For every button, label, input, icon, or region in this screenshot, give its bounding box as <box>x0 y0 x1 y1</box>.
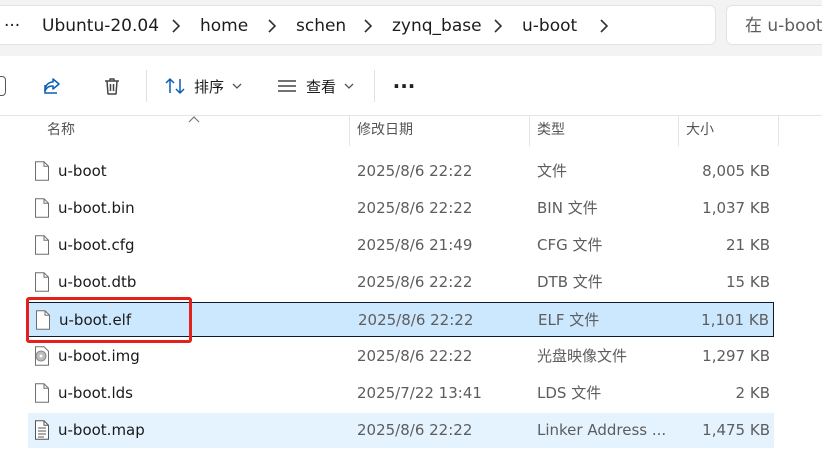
chevron-right-icon[interactable] <box>266 18 278 34</box>
file-size: 1,037 KB <box>702 199 770 217</box>
column-header-size[interactable]: 大小 <box>686 116 714 146</box>
file-date: 2025/7/22 13:41 <box>357 384 482 402</box>
file-type: DTB 文件 <box>537 273 603 291</box>
chevron-down-icon <box>232 83 242 89</box>
view-label: 查看 <box>305 77 336 96</box>
breadcrumb-zynq-base[interactable]: zynq_base <box>392 6 482 46</box>
file-name: u-boot.cfg <box>58 236 135 254</box>
file-size: 21 KB <box>726 236 770 254</box>
sort-button[interactable]: 排序 <box>158 64 248 108</box>
search-box[interactable]: 在 u-boot <box>726 5 822 45</box>
cut-icon[interactable] <box>0 76 6 96</box>
file-icon <box>35 198 49 218</box>
file-size: 1,475 KB <box>702 421 770 439</box>
sort-label: 排序 <box>193 77 224 96</box>
text-file-icon <box>35 420 49 440</box>
file-name: u-boot.bin <box>58 199 135 217</box>
column-divider[interactable] <box>529 116 530 146</box>
sort-ascending-icon <box>188 116 200 123</box>
column-header-type[interactable]: 类型 <box>537 116 565 146</box>
file-name: u-boot <box>58 162 107 180</box>
file-size: 1,101 KB <box>701 311 769 329</box>
file-type: Linker Address ... <box>537 421 667 439</box>
file-type: ELF 文件 <box>538 311 600 329</box>
breadcrumb-overflow-button[interactable]: ··· <box>4 6 20 46</box>
share-button[interactable] <box>34 64 70 108</box>
file-size: 1,297 KB <box>702 347 770 365</box>
file-type: CFG 文件 <box>537 236 603 254</box>
file-name: u-boot.lds <box>58 384 133 402</box>
file-row[interactable]: u-boot 2025/8/6 22:22 文件 8,005 KB <box>28 154 774 189</box>
chevron-down-icon <box>344 83 354 89</box>
file-name: u-boot.dtb <box>58 273 137 291</box>
toolbar-divider <box>374 70 375 102</box>
file-type: LDS 文件 <box>537 384 602 402</box>
file-date: 2025/8/6 22:22 <box>357 162 473 180</box>
delete-button[interactable] <box>94 64 130 108</box>
file-row[interactable]: u-boot.img 2025/8/6 22:22 光盘映像文件 1,297 KB <box>28 339 774 374</box>
more-options-button[interactable]: ··· <box>386 64 422 108</box>
chevron-right-icon[interactable] <box>362 18 374 34</box>
file-date: 2025/8/6 22:22 <box>357 421 473 439</box>
column-header-name[interactable]: 名称 <box>47 116 75 146</box>
file-date: 2025/8/6 22:22 <box>357 199 473 217</box>
view-button[interactable]: 查看 <box>270 64 360 108</box>
column-header-date[interactable]: 修改日期 <box>357 116 413 146</box>
disc-image-icon <box>35 346 49 366</box>
file-icon <box>35 272 49 292</box>
file-date: 2025/8/6 22:22 <box>357 347 473 365</box>
breadcrumb-schen[interactable]: schen <box>296 6 346 46</box>
file-date: 2025/8/6 21:49 <box>357 236 473 254</box>
file-icon <box>35 383 49 403</box>
file-size: 15 KB <box>726 273 770 291</box>
trash-icon <box>105 78 119 95</box>
address-bar[interactable]: ··· Ubuntu-20.04 home schen zynq_base u-… <box>0 5 716 45</box>
file-row[interactable]: u-boot.lds 2025/7/22 13:41 LDS 文件 2 KB <box>28 376 774 411</box>
address-bar-region: ··· Ubuntu-20.04 home schen zynq_base u-… <box>0 0 822 56</box>
file-date: 2025/8/6 22:22 <box>357 273 473 291</box>
file-row[interactable]: u-boot.map 2025/8/6 22:22 Linker Address .… <box>28 413 774 448</box>
file-name: u-boot.map <box>58 421 145 439</box>
file-icon <box>35 161 49 181</box>
column-divider[interactable] <box>349 116 350 146</box>
breadcrumb-home[interactable]: home <box>200 6 248 46</box>
column-header-row: 名称 修改日期 类型 大小 <box>0 116 822 146</box>
sort-icon <box>165 78 185 94</box>
file-type: BIN 文件 <box>537 199 598 217</box>
share-icon <box>44 78 60 94</box>
highlight-box <box>26 297 192 343</box>
chevron-right-icon[interactable] <box>170 18 182 34</box>
breadcrumb-u-boot[interactable]: u-boot <box>522 6 577 46</box>
column-divider[interactable] <box>678 116 679 146</box>
command-bar: 排序 查看 ··· <box>0 56 822 116</box>
file-size: 2 KB <box>735 384 770 402</box>
chevron-right-icon[interactable] <box>492 18 504 34</box>
breadcrumb-ubuntu[interactable]: Ubuntu-20.04 <box>42 6 159 46</box>
file-row[interactable]: u-boot.cfg 2025/8/6 21:49 CFG 文件 21 KB <box>28 228 774 263</box>
column-divider[interactable] <box>778 116 779 146</box>
file-size: 8,005 KB <box>702 162 770 180</box>
list-view-icon <box>277 80 296 92</box>
file-icon <box>35 235 49 255</box>
file-row[interactable]: u-boot.bin 2025/8/6 22:22 BIN 文件 1,037 KB <box>28 191 774 226</box>
file-date: 2025/8/6 22:22 <box>358 311 474 329</box>
file-type: 文件 <box>537 162 568 180</box>
file-row[interactable]: u-boot.dtb 2025/8/6 22:22 DTB 文件 15 KB <box>28 265 774 300</box>
search-placeholder: 在 u-boot <box>745 16 822 36</box>
file-type: 光盘映像文件 <box>537 347 628 365</box>
chevron-right-icon[interactable] <box>598 18 610 34</box>
file-name: u-boot.img <box>58 347 140 365</box>
toolbar-divider <box>146 70 147 102</box>
